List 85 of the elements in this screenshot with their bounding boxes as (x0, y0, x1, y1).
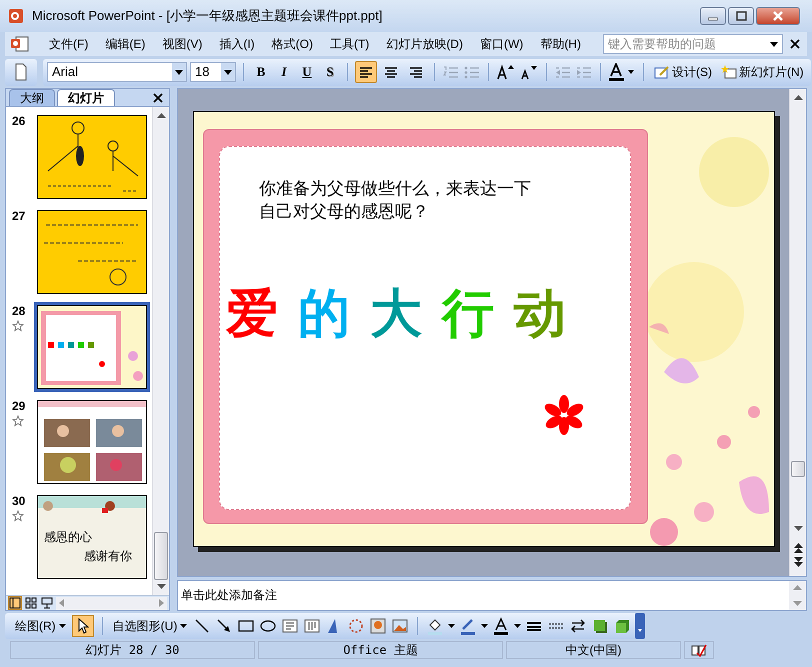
menu-item[interactable]: 文件(F) (43, 35, 94, 53)
align-left-button[interactable] (355, 61, 377, 83)
menu-item[interactable]: 工具(T) (324, 35, 376, 53)
star-icon[interactable] (12, 510, 24, 522)
menu-item[interactable]: 编辑(E) (99, 35, 152, 53)
minimize-button[interactable] (700, 7, 726, 25)
star-icon[interactable] (12, 415, 24, 427)
scroll-down-icon[interactable] (794, 526, 803, 532)
document-icon[interactable] (9, 35, 31, 53)
scroll-up-icon[interactable] (157, 112, 166, 118)
minimize-icon (708, 17, 718, 21)
close-button[interactable] (756, 7, 800, 25)
normal-view-icon (9, 597, 21, 609)
window-title: Microsoft PowerPoint - [小学一年级感恩主题班会课件ppt.ppt] (32, 7, 384, 26)
toolbar-options-button[interactable] (635, 612, 646, 638)
maximize-button[interactable] (728, 7, 754, 25)
menu-item[interactable]: 视图(V) (156, 35, 208, 53)
vertical-scrollbar[interactable] (152, 107, 169, 595)
star-icon[interactable] (12, 320, 24, 332)
draw-menu-button[interactable]: 绘图(R) (13, 616, 68, 634)
status-text: Office 主题 (258, 641, 503, 659)
slide-text: 你准备为父母做些什么，来表达一下 自己对父母的感恩呢？ (259, 178, 531, 223)
bold-button[interactable]: B (251, 62, 271, 82)
slide-title: 爱 的 大 行 动 (226, 284, 567, 344)
pane-tab[interactable]: 幻灯片 (57, 89, 115, 106)
close-icon[interactable] (789, 38, 801, 50)
font-name-field[interactable]: Arial (47, 62, 187, 82)
flower-icon (544, 395, 584, 435)
shadow-button[interactable]: S (320, 62, 340, 82)
status-text: 中文(中国) (506, 641, 681, 659)
design-button[interactable]: 设计(S) (651, 61, 715, 83)
decrease-font-icon[interactable] (519, 63, 539, 81)
menu-item[interactable]: 幻灯片放映(D) (380, 35, 469, 53)
caret-icon (481, 624, 488, 628)
menu-item[interactable]: 格式(O) (266, 35, 319, 53)
scroll-up-icon[interactable] (794, 94, 803, 100)
slide-number: 30 (12, 493, 26, 510)
new-slide-button[interactable]: 新幻灯片(N) (718, 61, 807, 83)
slide-number: 27 (12, 208, 26, 225)
scroll-thumb[interactable] (154, 532, 168, 580)
help-search-field[interactable]: 键入需要帮助的问题 (603, 34, 783, 54)
slide-sorter-icon (25, 597, 37, 609)
close-icon[interactable] (153, 93, 163, 103)
slide-text: 感谢有你 (84, 548, 132, 565)
font-size-field[interactable]: 18 (190, 62, 236, 82)
select-pointer-button[interactable] (72, 614, 94, 636)
pencil-icon (654, 64, 670, 80)
scroll-down-icon[interactable] (157, 584, 166, 590)
caret-icon (58, 624, 66, 628)
slide-number: 26 (12, 113, 26, 130)
fill-color-icon[interactable] (426, 616, 444, 634)
pointer-icon (76, 618, 89, 634)
slide-number: 28 (12, 303, 26, 320)
slide-thumbnail[interactable]: 感恩的心 感谢有你 (34, 492, 150, 582)
slide-number: 29 (12, 398, 26, 415)
sparkle-icon (721, 64, 737, 80)
slide-show-button[interactable] (40, 596, 54, 610)
menu-item[interactable]: 插入(I) (213, 35, 261, 53)
vertical-scrollbar[interactable] (789, 89, 806, 576)
caret-icon (448, 624, 456, 628)
image-icon[interactable] (391, 616, 410, 634)
font-color-button[interactable] (608, 63, 636, 81)
slide-show-icon (41, 597, 53, 609)
new-document-icon[interactable] (13, 63, 29, 81)
arrow-style-icon[interactable] (569, 616, 588, 634)
pane-tab[interactable]: 大纲 (9, 89, 55, 106)
underline-button[interactable]: U (297, 62, 317, 82)
autoshapes-menu-button[interactable]: 自选图形(U) (110, 616, 190, 634)
status-text: 幻灯片 28 / 30 (10, 641, 255, 659)
line-color-icon[interactable] (459, 616, 478, 634)
vertical-text-box-icon[interactable] (303, 616, 322, 634)
text-box-icon[interactable] (281, 616, 300, 634)
app-icon (8, 8, 24, 24)
scroll-thumb[interactable] (791, 461, 805, 477)
spelling-check-icon[interactable] (691, 643, 707, 657)
italic-button[interactable]: I (274, 62, 294, 82)
slide-text: 感恩的心 (44, 529, 93, 546)
font-color-icon[interactable] (492, 616, 510, 634)
slide-sorter-button[interactable] (24, 596, 38, 610)
menu-item[interactable]: 窗口(W) (474, 35, 530, 53)
caret-icon (514, 624, 522, 628)
increase-font-icon[interactable] (496, 63, 516, 81)
caret-icon (180, 624, 188, 628)
menu-item[interactable]: 帮助(H) (534, 35, 587, 53)
normal-view-button[interactable] (8, 596, 22, 610)
